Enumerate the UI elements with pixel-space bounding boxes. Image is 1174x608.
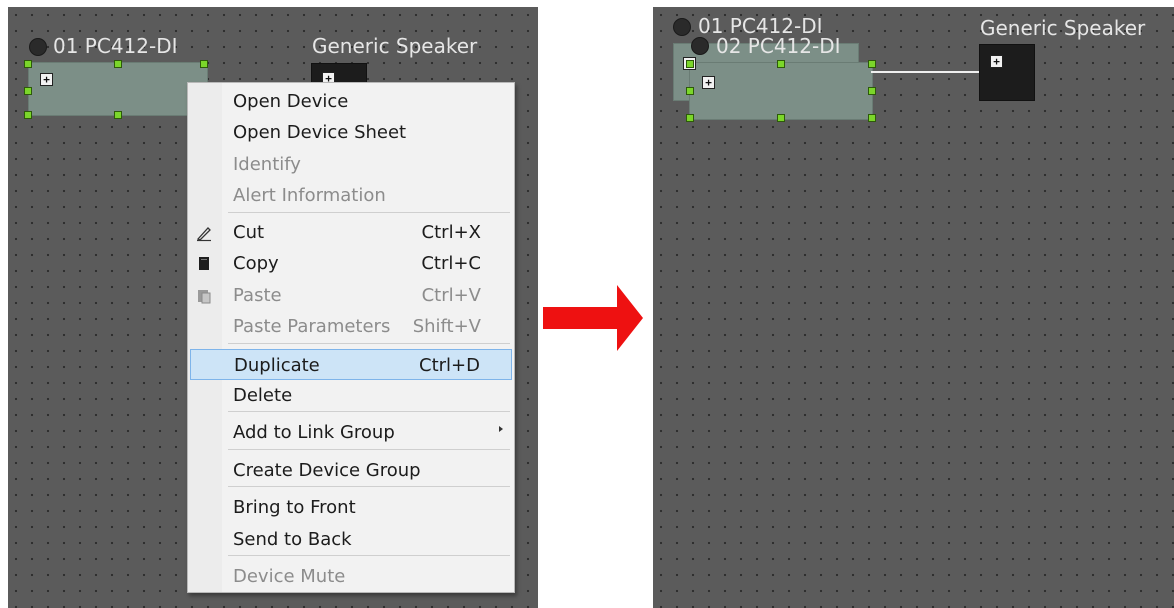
copy-icon [195, 255, 213, 273]
menu-item-open-device-sheet[interactable]: Open Device Sheet [190, 117, 512, 148]
menu-separator [228, 555, 510, 556]
selection-handle[interactable] [868, 87, 876, 95]
selection-handle[interactable] [24, 60, 32, 68]
menu-item-cut[interactable]: Cut Ctrl+X [190, 217, 512, 248]
menu-item-add-to-link-group[interactable]: Add to Link Group [190, 417, 512, 448]
connection-wire[interactable] [871, 71, 979, 73]
menu-item-label: Bring to Front [233, 497, 356, 518]
menu-item-send-to-back[interactable]: Send to Back [190, 524, 512, 555]
menu-separator [228, 343, 510, 344]
menu-item-label: Paste Parameters [233, 316, 391, 337]
menu-item-copy[interactable]: Copy Ctrl+C [190, 248, 512, 279]
menu-item-label: Send to Back [233, 529, 352, 550]
speaker-label: Generic Speaker [980, 16, 1146, 40]
selection-handle[interactable] [686, 114, 694, 122]
menu-item-open-device[interactable]: Open Device [190, 86, 512, 117]
selection-handle[interactable] [114, 60, 122, 68]
menu-separator [228, 212, 510, 213]
menu-separator [228, 486, 510, 487]
menu-item-bring-to-front[interactable]: Bring to Front [190, 492, 512, 523]
expand-icon[interactable]: + [702, 76, 715, 89]
menu-item-label: Add to Link Group [233, 422, 395, 443]
device-label: 01 PC412-DI [53, 34, 178, 58]
menu-separator [228, 449, 510, 450]
menu-item-shortcut: Ctrl+X [421, 222, 481, 243]
menu-separator [228, 411, 510, 412]
device-pc412-di-duplicate[interactable] [689, 62, 873, 120]
menu-item-duplicate[interactable]: Duplicate Ctrl+D [190, 349, 512, 380]
selection-handle[interactable] [686, 87, 694, 95]
menu-item-paste: Paste Ctrl+V [190, 280, 512, 311]
device-status-icon [673, 18, 691, 36]
menu-item-label: Device Mute [233, 566, 346, 587]
menu-item-paste-parameters: Paste Parameters Shift+V [190, 311, 512, 342]
paste-icon [195, 287, 213, 305]
menu-item-label: Delete [233, 385, 293, 406]
device-pc412-di[interactable] [28, 62, 208, 116]
selection-handle[interactable] [24, 111, 32, 119]
selection-handle[interactable] [686, 60, 694, 68]
selection-handle[interactable] [777, 60, 785, 68]
menu-item-device-mute: Device Mute [190, 561, 512, 592]
menu-item-label: Paste [233, 285, 282, 306]
right-arrow-icon [543, 285, 643, 351]
menu-item-shortcut: Ctrl+V [421, 285, 481, 306]
menu-item-create-device-group[interactable]: Create Device Group [190, 455, 512, 486]
speaker-label: Generic Speaker [312, 34, 478, 58]
selection-handle[interactable] [868, 114, 876, 122]
menu-item-label: Copy [233, 253, 279, 274]
cut-icon [195, 224, 213, 242]
device-status-icon [29, 38, 47, 56]
menu-item-alert-information: Alert Information [190, 180, 512, 211]
menu-item-delete[interactable]: Delete [190, 380, 512, 411]
selection-handle[interactable] [777, 114, 785, 122]
tutorial-figure: 01 PC412-DI + Generic Speaker + Open Dev… [0, 0, 1174, 608]
menu-item-shortcut: Ctrl+C [421, 253, 481, 274]
menu-item-label: Open Device [233, 91, 349, 112]
design-canvas-after[interactable]: 01 PC412-DI 02 PC412-DI + + Generic Spea… [653, 7, 1174, 608]
menu-item-shortcut: Ctrl+D [419, 355, 480, 376]
submenu-arrow-icon [499, 426, 503, 432]
selection-handle[interactable] [24, 87, 32, 95]
menu-item-label: Open Device Sheet [233, 122, 407, 143]
expand-icon[interactable]: + [990, 55, 1003, 68]
context-menu: Open Device Open Device Sheet Identify Aler… [187, 82, 515, 593]
menu-item-label: Cut [233, 222, 265, 243]
menu-item-label: Duplicate [234, 355, 320, 376]
menu-item-identify: Identify [190, 149, 512, 180]
selection-handle[interactable] [868, 60, 876, 68]
expand-icon[interactable]: + [40, 73, 53, 86]
menu-item-label: Create Device Group [233, 460, 421, 481]
generic-speaker-device[interactable] [979, 44, 1035, 101]
menu-item-shortcut: Shift+V [412, 316, 481, 337]
selection-handle[interactable] [200, 60, 208, 68]
device-status-icon [691, 37, 709, 55]
menu-item-label: Alert Information [233, 185, 386, 206]
menu-item-label: Identify [233, 154, 301, 175]
selection-handle[interactable] [114, 111, 122, 119]
device-label-2: 02 PC412-DI [716, 34, 841, 58]
